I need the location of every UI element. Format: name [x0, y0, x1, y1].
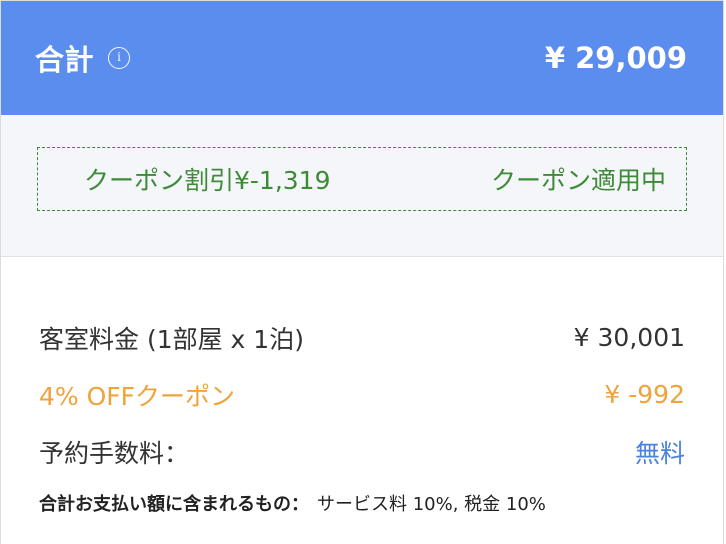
- room-charge-row: 客室料金 (1部屋 x 1泊) ¥ 30,001: [39, 309, 685, 366]
- total-label: 合計: [35, 43, 95, 77]
- coupon-discount-value: ¥ -992: [604, 380, 685, 409]
- coupon-discount-text: クーポン割引¥-1,319: [84, 166, 331, 195]
- booking-fee-row: 予約手数料： 無料: [39, 423, 685, 480]
- room-charge-value: ¥ 30,001: [573, 323, 685, 352]
- price-summary-panel: 合計 i ¥ 29,009 クーポン割引¥-1,319 クーポン適用中 客室料金…: [0, 0, 724, 544]
- booking-fee-label: 予約手数料：: [39, 438, 190, 468]
- coupon-area: クーポン割引¥-1,319 クーポン適用中: [1, 115, 723, 257]
- coupon-discount-row: 4% OFFクーポン ¥ -992: [39, 366, 685, 423]
- info-icon[interactable]: i: [108, 47, 131, 69]
- room-charge-label: 客室料金 (1部屋 x 1泊): [39, 324, 304, 354]
- included-items-note: 合計お支払い額に含まれるもの： サービス料 10%, 税金 10%: [39, 490, 685, 516]
- coupon-applied-box: クーポン割引¥-1,319 クーポン適用中: [37, 147, 687, 211]
- total-label-group: 合計 i: [35, 37, 131, 79]
- coupon-discount-label: 4% OFFクーポン: [39, 381, 236, 411]
- coupon-status-text: クーポン適用中: [490, 166, 666, 195]
- total-amount: ¥ 29,009: [544, 41, 687, 75]
- total-header: 合計 i ¥ 29,009: [1, 1, 723, 115]
- price-breakdown: 客室料金 (1部屋 x 1泊) ¥ 30,001 4% OFFクーポン ¥ -9…: [1, 257, 723, 516]
- included-items-value: サービス料 10%, 税金 10%: [317, 494, 546, 515]
- booking-fee-value: 無料: [634, 438, 685, 468]
- included-items-label: 合計お支払い額に含まれるもの：: [39, 494, 309, 515]
